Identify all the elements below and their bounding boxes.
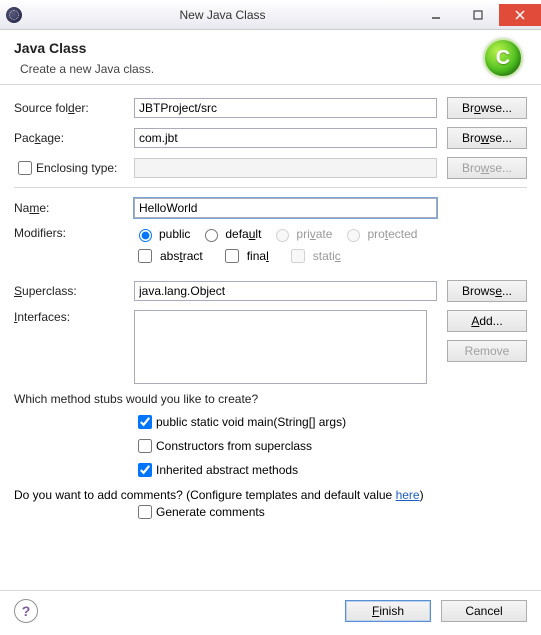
interfaces-remove-button: Remove (447, 340, 527, 362)
modifiers-label: Modifiers: (14, 226, 134, 240)
package-label: Package: (14, 131, 134, 145)
eclipse-icon (6, 7, 22, 23)
comments-question: Do you want to add comments? (Configure … (14, 488, 527, 502)
stub-main-label: public static void main(String[] args) (156, 415, 346, 429)
modifier-public[interactable]: public (134, 226, 190, 242)
modifier-default[interactable]: default (200, 226, 261, 242)
generate-comments-label: Generate comments (156, 505, 265, 519)
window-title: New Java Class (30, 8, 415, 22)
close-button[interactable] (499, 4, 541, 26)
modifier-protected: protected (342, 226, 417, 242)
source-folder-input[interactable] (134, 98, 437, 118)
modifier-protected-radio (347, 229, 360, 242)
modifier-abstract[interactable]: abstract (134, 246, 203, 266)
generate-comments-checkbox[interactable] (138, 505, 152, 519)
interfaces-row: Interfaces: Add... Remove (14, 310, 527, 384)
modifier-public-radio[interactable] (139, 229, 152, 242)
modifier-final[interactable]: final (221, 246, 269, 266)
stub-constructors-label: Constructors from superclass (156, 439, 312, 453)
titlebar: New Java Class (0, 0, 541, 30)
package-browse-button[interactable]: Browse... (447, 127, 527, 149)
minimize-button[interactable] (415, 4, 457, 26)
superclass-input[interactable] (134, 281, 437, 301)
modifier-private-radio (276, 229, 289, 242)
enclosing-type-checkbox[interactable] (18, 161, 32, 175)
name-label: Name: (14, 201, 134, 215)
modifier-static: static (287, 246, 341, 266)
source-folder-row: Source folder: Browse... (14, 97, 527, 119)
stub-inherited-checkbox[interactable] (138, 463, 152, 477)
page-subtitle: Create a new Java class. (14, 62, 527, 76)
enclosing-type-label: Enclosing type: (14, 158, 134, 178)
enclosing-type-row: Enclosing type: Browse... (14, 157, 527, 179)
stub-constructors-checkbox[interactable] (138, 439, 152, 453)
cancel-button[interactable]: Cancel (441, 600, 527, 622)
modifier-private: private (271, 226, 332, 242)
method-stubs-question: Which method stubs would you like to cre… (14, 392, 527, 406)
name-input[interactable] (134, 198, 437, 218)
enclosing-type-text: Enclosing type: (36, 161, 117, 175)
interfaces-add-button[interactable]: Add... (447, 310, 527, 332)
superclass-row: Superclass: Browse... (14, 280, 527, 302)
separator (14, 187, 527, 188)
configure-templates-link[interactable]: here (396, 488, 420, 502)
source-folder-browse-button[interactable]: Browse... (447, 97, 527, 119)
banner: Java Class Create a new Java class. C (0, 30, 541, 85)
superclass-browse-button[interactable]: Browse... (447, 280, 527, 302)
modifier-static-checkbox (291, 249, 305, 263)
help-icon[interactable]: ? (14, 599, 38, 623)
enclosing-type-browse-button: Browse... (447, 157, 527, 179)
modifier-final-checkbox[interactable] (225, 249, 239, 263)
comments-section: Do you want to add comments? (Configure … (14, 488, 527, 522)
package-row: Package: Browse... (14, 127, 527, 149)
finish-button[interactable]: Finish (345, 600, 431, 622)
modifier-default-radio[interactable] (205, 229, 218, 242)
stub-inherited-label: Inherited abstract methods (156, 463, 298, 477)
source-folder-label: Source folder: (14, 101, 134, 115)
modifiers-row: Modifiers: public default private protec… (14, 226, 527, 266)
interfaces-label: Interfaces: (14, 310, 134, 324)
method-stubs-section: Which method stubs would you like to cre… (14, 392, 527, 480)
maximize-button[interactable] (457, 4, 499, 26)
class-badge-icon: C (483, 38, 523, 78)
package-input[interactable] (134, 128, 437, 148)
name-row: Name: (14, 198, 527, 218)
window-buttons (415, 4, 541, 26)
superclass-label: Superclass: (14, 284, 134, 298)
enclosing-type-input (134, 158, 437, 178)
page-title: Java Class (14, 40, 527, 56)
stub-main-checkbox[interactable] (138, 415, 152, 429)
content: Source folder: Browse... Package: Browse… (0, 85, 541, 538)
modifier-abstract-checkbox[interactable] (138, 249, 152, 263)
footer: ? Finish Cancel (0, 590, 541, 635)
interfaces-listbox[interactable] (134, 310, 427, 384)
